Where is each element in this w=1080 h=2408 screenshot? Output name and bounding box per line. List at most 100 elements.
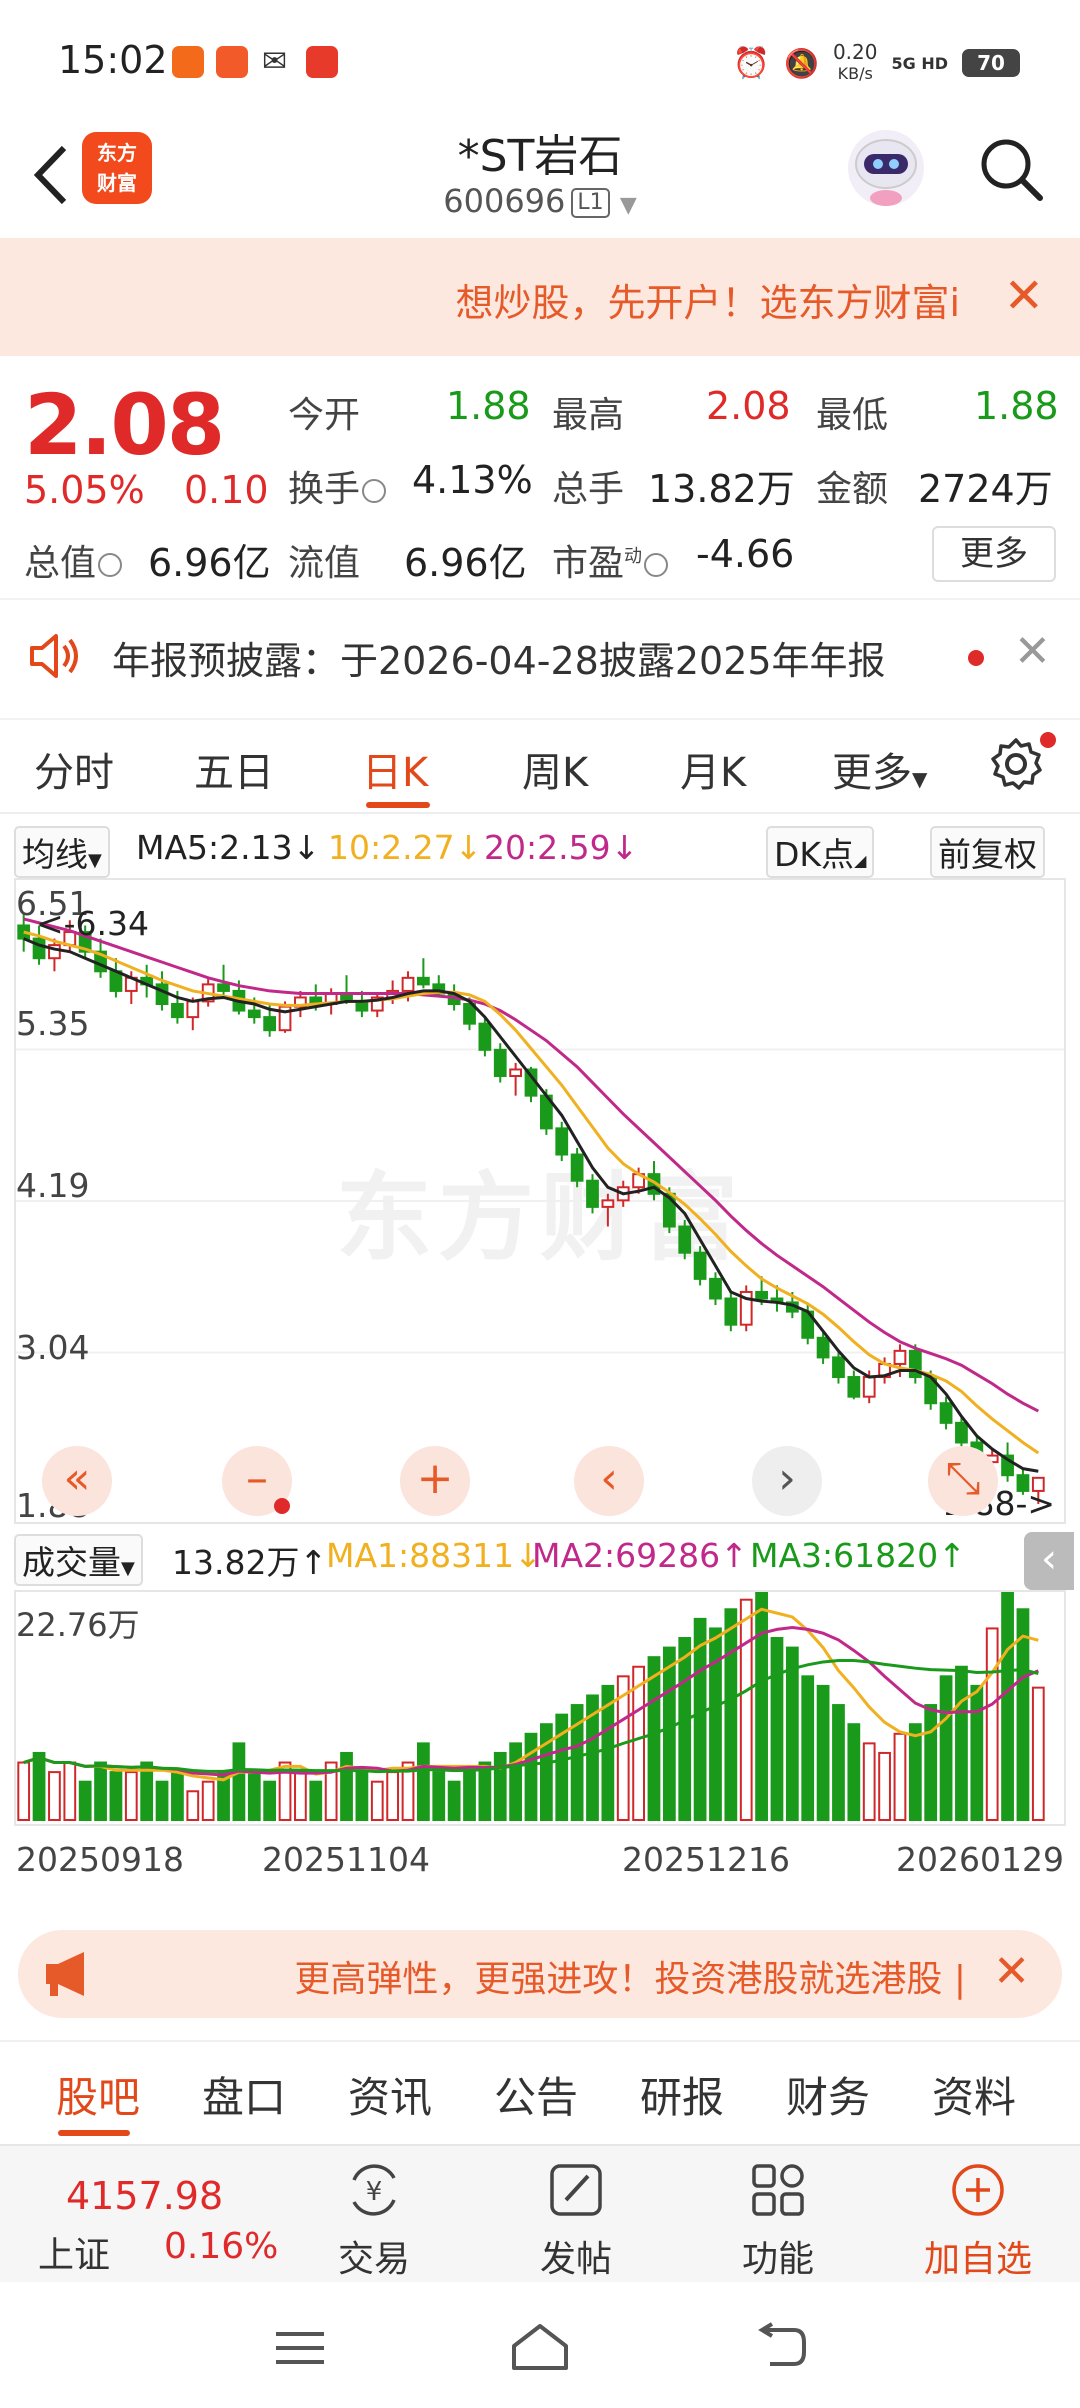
candle-down bbox=[586, 1179, 599, 1208]
scroll-right-button[interactable]: › bbox=[752, 1446, 822, 1516]
tab-finance[interactable]: 财务 bbox=[786, 2064, 870, 2125]
gear-icon[interactable] bbox=[988, 736, 1044, 792]
tab-order-book[interactable]: 盘口 bbox=[202, 2064, 286, 2125]
tab-intraday[interactable]: 分时 bbox=[34, 740, 114, 798]
more-button[interactable]: 更多 bbox=[932, 526, 1056, 582]
dropdown-icon: ▼ bbox=[912, 767, 928, 791]
high-label: 最高 bbox=[552, 395, 625, 436]
indicator-selector[interactable]: 均线▼ bbox=[14, 826, 110, 878]
status-bar: 15:02 ✉ ⏰ 🔕 0.20 KB/s 5G HD 70 bbox=[0, 0, 1080, 120]
header: 东方 财富 *ST岩石 600696 L1 ▼ bbox=[0, 120, 1080, 238]
ma10-value: 10:2.27↓ bbox=[328, 828, 483, 867]
candle-up bbox=[601, 1199, 615, 1208]
index-change[interactable]: 0.16% bbox=[164, 2226, 278, 2267]
date-label: 20251104 bbox=[262, 1840, 430, 1879]
volume-bar bbox=[524, 1732, 538, 1821]
tab-monthly-k[interactable]: 月K bbox=[680, 740, 746, 798]
volume-bar bbox=[678, 1637, 692, 1822]
volume-current: 13.82万↑ bbox=[172, 1543, 328, 1582]
volume-bar bbox=[463, 1771, 476, 1821]
volume-plot[interactable] bbox=[16, 1592, 1064, 1824]
volume-bar bbox=[124, 1771, 138, 1821]
volume-bar bbox=[662, 1646, 676, 1821]
index-value[interactable]: 4157.98 bbox=[66, 2174, 223, 2218]
info-icon[interactable] bbox=[644, 553, 669, 577]
volume-bar bbox=[509, 1742, 523, 1821]
tab-research[interactable]: 研报 bbox=[640, 2064, 724, 2125]
tab-news[interactable]: 资讯 bbox=[348, 2064, 432, 2125]
ad-text[interactable]: 更高弹性，更强进攻！投资港股就选港股 | bbox=[294, 1950, 966, 2002]
volume-bar bbox=[171, 1771, 184, 1821]
date-label: 20251216 bbox=[622, 1840, 790, 1879]
volume-bar bbox=[1031, 1686, 1045, 1821]
dropdown-icon: ▼ bbox=[619, 193, 637, 218]
tab-announcements[interactable]: 公告 bbox=[494, 2064, 578, 2125]
info-icon[interactable] bbox=[98, 553, 123, 577]
y-tick-label: 4.19 bbox=[16, 1166, 90, 1205]
volume-bar bbox=[17, 1761, 31, 1822]
kline-plot[interactable] bbox=[16, 880, 1064, 1522]
scroll-left-button[interactable]: ‹ bbox=[574, 1446, 644, 1516]
candle-up bbox=[186, 1000, 200, 1019]
close-icon[interactable]: ✕ bbox=[1004, 268, 1044, 324]
promo-text[interactable]: 想炒股，先开户！选东方财富i bbox=[455, 272, 960, 327]
menu-icon[interactable] bbox=[270, 2326, 330, 2370]
scroll-start-button[interactable]: « bbox=[42, 1446, 112, 1516]
search-icon[interactable] bbox=[976, 134, 1046, 204]
stock-code: 600696 bbox=[443, 182, 566, 220]
open-value: 1.88 bbox=[446, 384, 531, 428]
candle-down bbox=[263, 1016, 277, 1032]
grid-icon bbox=[752, 2164, 804, 2216]
ma20-value: 20:2.59↓ bbox=[484, 828, 639, 867]
volume-chart[interactable]: 22.76万 bbox=[14, 1590, 1066, 1826]
volume-bar bbox=[862, 1742, 876, 1821]
volume-bar bbox=[985, 1627, 999, 1821]
info-icon[interactable] bbox=[362, 479, 387, 503]
tab-weekly-k[interactable]: 周K bbox=[522, 740, 588, 798]
ad-banner[interactable]: 更高弹性，更强进攻！投资港股就选港股 | ✕ bbox=[18, 1930, 1062, 2018]
announcement-bar[interactable]: 年报预披露：于2026-04-28披露2025年年报 ✕ bbox=[0, 598, 1080, 708]
kline-chart[interactable]: 东方财富 6.51 5.35 4.19 3.04 1.88 <-6.34 1.8… bbox=[14, 878, 1066, 1525]
dk-point-selector[interactable]: DK点◢ bbox=[766, 826, 875, 878]
content-tabs: 股吧 盘口 资讯 公告 研报 财务 资料 bbox=[0, 2040, 1080, 2140]
chevron-left-icon[interactable]: ‹ bbox=[1024, 1532, 1074, 1590]
back-nav-icon[interactable] bbox=[750, 2322, 810, 2372]
close-icon[interactable]: ✕ bbox=[993, 1946, 1030, 1997]
tab-more[interactable]: 更多▼ bbox=[832, 740, 927, 798]
tab-profile[interactable]: 资料 bbox=[932, 2064, 1016, 2125]
volume-indicator-selector[interactable]: 成交量▼ bbox=[14, 1534, 143, 1586]
period-tabs: 分时 五日 日K 周K 月K 更多▼ bbox=[0, 718, 1080, 814]
functions-button[interactable]: 功能 bbox=[718, 2160, 838, 2282]
close-icon[interactable]: ✕ bbox=[1014, 626, 1051, 677]
add-watchlist-button[interactable]: 加自选 bbox=[918, 2160, 1038, 2282]
index-name[interactable]: 上证 bbox=[38, 2226, 110, 2278]
date-label: 20250918 bbox=[16, 1840, 184, 1879]
status-time: 15:02 bbox=[58, 38, 168, 82]
ma20-line bbox=[23, 917, 1039, 1413]
candle-down bbox=[171, 1003, 184, 1019]
tab-daily-k[interactable]: 日K bbox=[362, 740, 428, 798]
high-value: 2.08 bbox=[706, 384, 791, 428]
dropdown-icon: ▼ bbox=[88, 850, 102, 871]
trade-button[interactable]: ¥ 交易 bbox=[314, 2160, 434, 2282]
volume-bar bbox=[340, 1751, 353, 1821]
candle-down bbox=[832, 1356, 845, 1379]
volume-ma2: MA2:69286↑ bbox=[532, 1536, 748, 1575]
adjust-selector[interactable]: 前复权 bbox=[930, 826, 1045, 878]
zoom-in-button[interactable]: + bbox=[400, 1446, 470, 1516]
tab-forum[interactable]: 股吧 bbox=[56, 2064, 140, 2125]
tab-five-day[interactable]: 五日 bbox=[194, 740, 274, 798]
announcement-text[interactable]: 年报预披露：于2026-04-28披露2025年年报 bbox=[112, 630, 886, 685]
promo-banner[interactable]: 想炒股，先开户！选东方财富i ✕ bbox=[0, 238, 1080, 356]
home-icon[interactable] bbox=[508, 2320, 572, 2374]
volume-label: 总手 bbox=[552, 469, 625, 510]
fullscreen-button[interactable]: ⤡ bbox=[928, 1446, 998, 1516]
candle-down bbox=[678, 1225, 692, 1254]
candle-down bbox=[247, 1009, 261, 1019]
volume-bar bbox=[1001, 1592, 1014, 1822]
robot-assistant-icon[interactable] bbox=[842, 124, 930, 212]
volume-bar bbox=[785, 1646, 799, 1821]
post-button[interactable]: 发帖 bbox=[516, 2160, 636, 2282]
low-label: 最低 bbox=[816, 395, 889, 436]
candle-down bbox=[570, 1153, 584, 1182]
